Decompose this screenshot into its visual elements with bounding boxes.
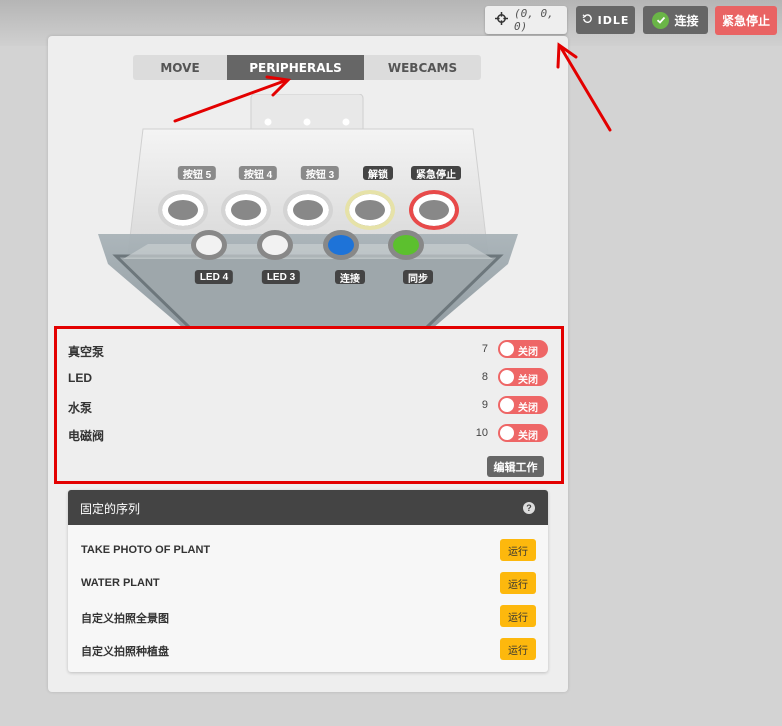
- pinned-sequences-header: 固定的序列 ?: [68, 490, 548, 525]
- led-3: [257, 230, 293, 260]
- tab-webcams[interactable]: WEBCAMS: [364, 55, 481, 80]
- led-4-label: LED 4: [194, 270, 234, 284]
- sync-led: [388, 230, 424, 260]
- check-icon: [652, 11, 670, 29]
- history-icon: [582, 13, 593, 27]
- button-5[interactable]: [158, 190, 208, 230]
- sync-led-label: 同步: [403, 270, 433, 285]
- sequence-name: TAKE PHOTO OF PLANT: [81, 544, 211, 556]
- run-sequence-button[interactable]: 运行: [500, 638, 536, 660]
- connection-led: [323, 230, 359, 260]
- connectivity-button[interactable]: 连接: [643, 6, 708, 34]
- run-sequence-button[interactable]: 运行: [500, 605, 536, 627]
- sequence-row: 自定义拍照种植盘 运行: [68, 632, 548, 665]
- run-sequence-button[interactable]: 运行: [500, 572, 536, 594]
- electronics-box-image: 按钮 5 按钮 4 按钮 3 解锁 紧急停止 LED 4 LED 3 连接 同步: [88, 93, 528, 330]
- button-3-label: 按钮 3: [300, 166, 340, 181]
- peripherals-highlight-box: [54, 326, 564, 484]
- crosshair-icon: [495, 12, 508, 28]
- bot-status-button[interactable]: IDLE: [576, 6, 635, 34]
- button-4[interactable]: [221, 190, 271, 230]
- sequence-name: 自定义拍照种植盘: [81, 646, 169, 658]
- tab-peripherals[interactable]: PERIPHERALS: [227, 55, 364, 80]
- status-label: IDLE: [597, 13, 630, 27]
- run-sequence-button[interactable]: 运行: [500, 539, 536, 561]
- button-4-label: 按钮 4: [238, 166, 278, 181]
- button-3[interactable]: [283, 190, 333, 230]
- led-4: [191, 230, 227, 260]
- sequence-row: 自定义拍照全景图 运行: [68, 599, 548, 632]
- pinned-sequences-card: 固定的序列 ? TAKE PHOTO OF PLANT 运行 WATER PLA…: [68, 490, 548, 672]
- controls-tabs: MOVE PERIPHERALS WEBCAMS: [133, 55, 483, 80]
- estop-label: 紧急停止: [411, 166, 461, 181]
- connection-led-label: 连接: [335, 270, 365, 285]
- unlock-label: 解锁: [363, 166, 393, 181]
- sequence-name: 自定义拍照全景图: [81, 613, 169, 625]
- pinned-sequences-title: 固定的序列: [80, 502, 141, 516]
- led-3-label: LED 3: [261, 270, 301, 284]
- emergency-stop-button[interactable]: 紧急停止: [715, 6, 777, 35]
- tab-move[interactable]: MOVE: [133, 55, 227, 80]
- sequence-name: WATER PLANT: [81, 577, 160, 589]
- help-icon[interactable]: ?: [523, 502, 535, 514]
- coordinates-text: (0, 0, 0): [514, 7, 554, 33]
- sequence-row: TAKE PHOTO OF PLANT 运行: [68, 533, 548, 566]
- connect-label: 连接: [674, 13, 699, 28]
- unlock-button[interactable]: [345, 190, 395, 230]
- button-5-label: 按钮 5: [177, 166, 217, 181]
- sequence-row: WATER PLANT 运行: [68, 566, 548, 599]
- estop-hardware-button[interactable]: [409, 190, 459, 230]
- coordinates-button[interactable]: (0, 0, 0): [485, 6, 567, 34]
